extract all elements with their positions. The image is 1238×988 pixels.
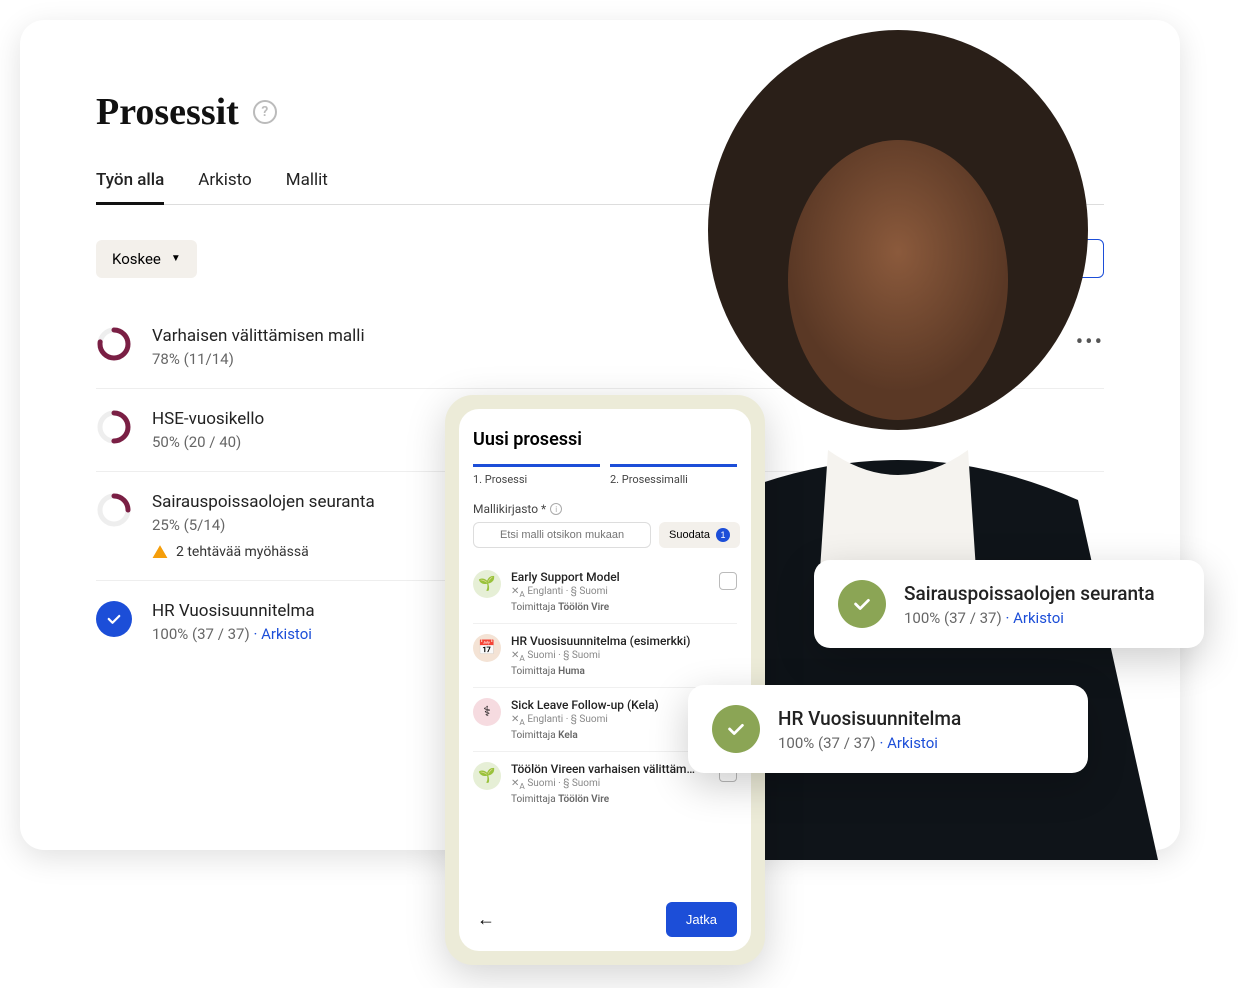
help-icon[interactable]: ? — [253, 100, 277, 124]
wizard-step-1[interactable]: 1. Prosessi — [473, 464, 600, 486]
continue-button[interactable]: Jatka — [666, 902, 737, 937]
wizard-step-2[interactable]: 2. Prosessimalli — [610, 464, 737, 486]
template-meta: ✕A Englanti · § Suomi — [511, 586, 709, 600]
status-title: HR Vuosisuunnitelma — [778, 707, 961, 730]
filter-button[interactable]: Suodata 1 — [659, 522, 740, 548]
filter-count-badge: 1 — [716, 528, 730, 542]
status-card: HR Vuosisuunnitelma 100% (37 / 37) · Ark… — [688, 685, 1088, 773]
warning-text: 2 tehtävää myöhässä — [176, 544, 309, 560]
warning-icon — [152, 544, 168, 560]
archive-link[interactable]: · Arkistoi — [1005, 609, 1063, 627]
template-meta: ✕A Suomi · § Suomi — [511, 650, 737, 664]
info-icon[interactable]: i — [550, 503, 562, 515]
mobile-footer: ← Jatka — [473, 902, 737, 937]
check-circle-icon — [838, 580, 886, 628]
template-icon: 📅 — [473, 634, 501, 662]
status-meta: 100% (37 / 37) · Arkistoi — [904, 609, 1155, 627]
archive-link[interactable]: · Arkistoi — [879, 734, 937, 752]
search-input[interactable] — [473, 522, 651, 548]
template-icon: 🌱 — [473, 570, 501, 598]
mobile-card: Uusi prosessi 1. Prosessi 2. Prosessimal… — [445, 395, 765, 965]
mobile-inner: Uusi prosessi 1. Prosessi 2. Prosessimal… — [459, 409, 751, 951]
tab-templates[interactable]: Mallit — [286, 170, 328, 204]
form-label: Mallikirjasto * i — [473, 502, 737, 516]
progress-ring-icon — [96, 409, 132, 445]
tab-working[interactable]: Työn alla — [96, 170, 164, 204]
back-arrow-icon[interactable]: ← — [473, 905, 499, 934]
check-circle-icon — [712, 705, 760, 753]
status-meta: 100% (37 / 37) · Arkistoi — [778, 734, 961, 752]
template-provider: Toimittaja Töölön Vire — [511, 602, 709, 613]
template-icon: ⚕ — [473, 698, 501, 726]
progress-ring-icon — [96, 326, 132, 362]
page-title: Prosessit — [96, 90, 239, 134]
filter-dropdown[interactable]: Koskee ▼ — [96, 240, 197, 278]
template-item[interactable]: 🌱 Early Support Model ✕A Englanti · § Su… — [473, 560, 737, 624]
tab-archive[interactable]: Arkisto — [198, 170, 251, 204]
template-title: Töölön Vireen varhaisen välittäm… — [511, 762, 709, 776]
progress-ring-icon — [96, 492, 132, 528]
template-checkbox[interactable] — [719, 572, 737, 590]
template-title: HR Vuosisuunnitelma (esimerkki) — [511, 634, 737, 648]
template-icon: 🌱 — [473, 762, 501, 790]
filter-label: Koskee — [112, 250, 161, 268]
mobile-title: Uusi prosessi — [473, 429, 737, 450]
template-title: Early Support Model — [511, 570, 709, 584]
chevron-down-icon: ▼ — [171, 253, 181, 264]
status-card: Sairauspoissaolojen seuranta 100% (37 / … — [814, 560, 1204, 648]
search-row: Suodata 1 — [473, 522, 737, 548]
archive-link[interactable]: · Arkistoi — [253, 625, 311, 643]
status-title: Sairauspoissaolojen seuranta — [904, 582, 1155, 605]
template-provider: Toimittaja Huma — [511, 666, 737, 677]
complete-check-icon — [96, 601, 132, 637]
template-provider: Toimittaja Töölön Vire — [511, 794, 709, 805]
template-meta: ✕A Suomi · § Suomi — [511, 778, 709, 792]
template-item[interactable]: 📅 HR Vuosisuunnitelma (esimerkki) ✕A Suo… — [473, 624, 737, 688]
wizard-steps: 1. Prosessi 2. Prosessimalli — [473, 464, 737, 486]
